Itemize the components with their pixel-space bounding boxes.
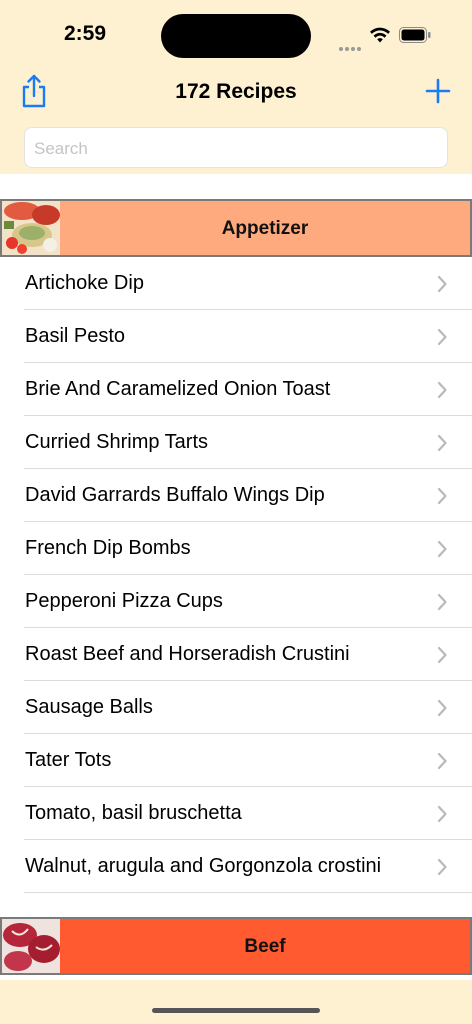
status-time: 2:59	[64, 22, 107, 45]
recipe-row[interactable]: Walnut, arugula and Gorgonzola crostini	[0, 840, 472, 893]
navigation-bar: 172 Recipes	[0, 66, 472, 116]
row-separator	[24, 892, 472, 893]
search-placeholder: Search	[34, 139, 88, 158]
chevron-right-icon	[437, 328, 447, 346]
recipe-name: French Dip Bombs	[25, 537, 191, 559]
recipe-name: Pepperoni Pizza Cups	[25, 590, 223, 612]
section-label-beef: Beef	[244, 936, 286, 957]
chevron-right-icon	[437, 646, 447, 664]
chevron-right-icon	[437, 275, 447, 293]
cellular-signal-icon	[339, 38, 363, 51]
beef-thumbnail	[2, 919, 60, 973]
recipe-name: David Garrards Buffalo Wings Dip	[25, 484, 325, 506]
recipe-name: Curried Shrimp Tarts	[25, 431, 209, 453]
section-label-appetizer: Appetizer	[221, 218, 309, 239]
chevron-right-icon	[437, 540, 447, 558]
recipe-name: Basil Pesto	[25, 325, 126, 347]
recipe-list: Artichoke Dip Basil Pesto Brie And Caramel…	[0, 257, 472, 893]
recipe-row[interactable]: Basil Pesto	[0, 310, 472, 363]
section-header-beef[interactable]: Beef	[0, 917, 472, 975]
recipe-name: Brie And Caramelized Onion Toast	[25, 378, 331, 400]
wifi-icon	[370, 27, 390, 43]
recipe-row[interactable]: David Garrards Buffalo Wings Dip	[0, 469, 472, 522]
recipe-row[interactable]: Pepperoni Pizza Cups	[0, 575, 472, 628]
recipe-name: Tater Tots	[25, 749, 112, 771]
recipe-row[interactable]: French Dip Bombs	[0, 522, 472, 575]
recipe-name: Roast Beef and Horseradish Crustini	[25, 643, 350, 665]
home-indicator[interactable]	[152, 1008, 320, 1013]
appetizer-thumbnail	[2, 201, 60, 255]
recipe-row[interactable]: Artichoke Dip	[0, 257, 472, 310]
dynamic-island	[161, 14, 311, 58]
chevron-right-icon	[437, 487, 447, 505]
battery-icon	[399, 27, 431, 43]
section-header-appetizer[interactable]: Appetizer	[0, 199, 472, 257]
recipe-row[interactable]: Sausage Balls	[0, 681, 472, 734]
recipe-name: Walnut, arugula and Gorgonzola crostini	[25, 855, 382, 877]
chevron-right-icon	[437, 593, 447, 611]
recipe-row[interactable]: Tater Tots	[0, 734, 472, 787]
plus-icon[interactable]	[425, 78, 451, 104]
recipe-name: Tomato, basil bruschetta	[25, 802, 242, 824]
recipe-row[interactable]: Curried Shrimp Tarts	[0, 416, 472, 469]
page-title: 172 Recipes	[175, 80, 297, 103]
chevron-right-icon	[437, 434, 447, 452]
recipe-name: Artichoke Dip	[25, 272, 144, 294]
search-input[interactable]: Search	[24, 127, 448, 168]
chevron-right-icon	[437, 858, 447, 876]
recipe-row[interactable]: Brie And Caramelized Onion Toast	[0, 363, 472, 416]
recipes-screen: 2:59 172 Recipes Search Appetizer Artich…	[0, 0, 472, 1024]
recipe-row[interactable]: Tomato, basil bruschetta	[0, 787, 472, 840]
header-area: 2:59 172 Recipes Search	[0, 0, 472, 174]
recipe-name: Sausage Balls	[25, 696, 153, 718]
status-bar: 2:59	[0, 0, 472, 64]
bottom-area	[0, 980, 472, 1024]
chevron-right-icon	[437, 381, 447, 399]
chevron-right-icon	[437, 752, 447, 770]
chevron-right-icon	[437, 805, 447, 823]
chevron-right-icon	[437, 699, 447, 717]
recipe-row[interactable]: Roast Beef and Horseradish Crustini	[0, 628, 472, 681]
